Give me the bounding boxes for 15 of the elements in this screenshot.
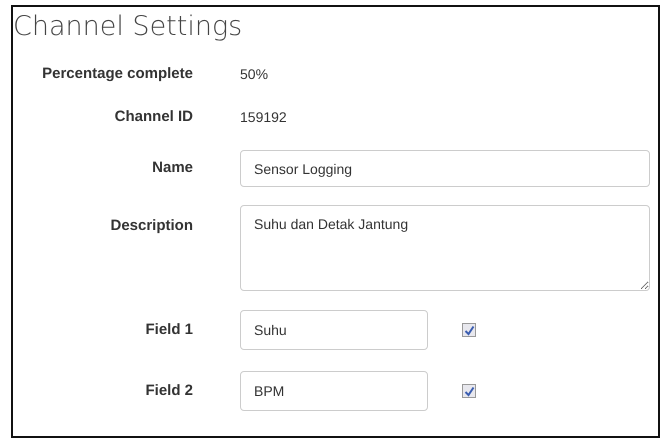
description-textarea[interactable]: Suhu dan Detak Jantung bbox=[240, 205, 650, 291]
field-input[interactable]: BPM bbox=[240, 371, 428, 411]
field-label: Field 2 bbox=[144, 380, 193, 401]
checkbox[interactable] bbox=[462, 323, 476, 337]
field-label: Description bbox=[109, 216, 193, 236]
field-input[interactable]: Suhu bbox=[240, 310, 428, 350]
field-value: 159192 bbox=[240, 108, 287, 126]
field-label: Percentage complete bbox=[41, 64, 193, 84]
field-label: Name bbox=[151, 158, 193, 178]
page-title: Channel Settings bbox=[13, 13, 242, 40]
field-label: Channel ID bbox=[114, 106, 193, 127]
checkbox[interactable] bbox=[462, 384, 476, 398]
name-input[interactable]: Sensor Logging bbox=[240, 150, 650, 187]
field-label: Field 1 bbox=[144, 320, 193, 340]
field-value: 50% bbox=[240, 64, 268, 84]
